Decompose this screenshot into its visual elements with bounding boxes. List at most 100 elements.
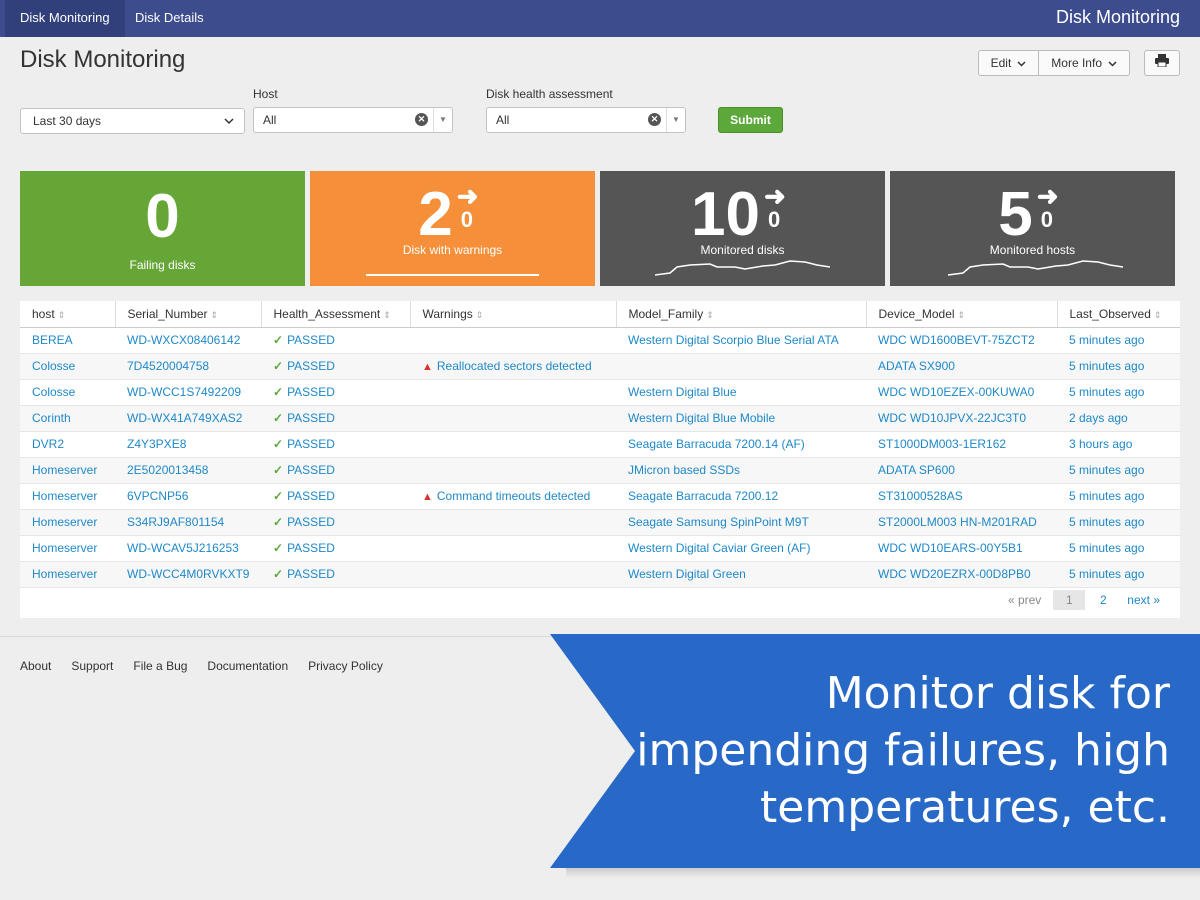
cell-model-family[interactable]: Western Digital Green <box>616 561 866 588</box>
cell-warnings[interactable]: ▲ Reallocated sectors detected <box>410 353 616 380</box>
cell-health-assessment[interactable]: ✓ PASSED <box>261 379 410 406</box>
cell-host[interactable]: Colosse <box>20 353 115 380</box>
cell-serial-number[interactable]: 6VPCNP56 <box>115 483 261 510</box>
cell-health-assessment[interactable]: ✓ PASSED <box>261 353 410 380</box>
cell-device-model[interactable]: WDC WD10JPVX-22JC3T0 <box>866 405 1057 432</box>
host-select[interactable]: All ✕ ▼ <box>253 107 453 133</box>
cell-device-model[interactable]: ADATA SX900 <box>866 353 1057 380</box>
cell-model-family[interactable]: Seagate Samsung SpinPoint M9T <box>616 509 866 536</box>
cell-model-family[interactable]: Seagate Barracuda 7200.12 <box>616 483 866 510</box>
cell-serial-number[interactable]: WD-WCAV5J216253 <box>115 535 261 562</box>
cell-serial-number[interactable]: WD-WCC4M0RVKXT9 <box>115 561 261 588</box>
page-title: Disk Monitoring <box>20 46 186 73</box>
column-header-health-assessment[interactable]: Health_Assessment ⇕ <box>261 301 411 328</box>
cell-host[interactable]: DVR2 <box>20 431 115 458</box>
footer-link-about[interactable]: About <box>20 659 51 673</box>
cell-serial-number[interactable]: WD-WCC1S7492209 <box>115 379 261 406</box>
caret-down-icon[interactable]: ▼ <box>433 108 452 132</box>
cell-device-model[interactable]: WDC WD1600BEVT-75ZCT2 <box>866 327 1057 354</box>
caret-down-icon[interactable]: ▼ <box>666 108 685 132</box>
cell-last-observed[interactable]: 5 minutes ago <box>1057 561 1180 588</box>
cell-health-assessment[interactable]: ✓ PASSED <box>261 457 410 484</box>
cell-warnings[interactable]: ▲ Command timeouts detected <box>410 483 616 510</box>
cell-model-family[interactable]: Western Digital Blue Mobile <box>616 405 866 432</box>
clear-icon[interactable]: ✕ <box>415 113 428 126</box>
column-header-device-model[interactable]: Device_Model ⇕ <box>866 301 1058 328</box>
cell-last-observed[interactable]: 5 minutes ago <box>1057 457 1180 484</box>
cell-model-family[interactable]: Western Digital Caviar Green (AF) <box>616 535 866 562</box>
cell-device-model[interactable]: ST2000LM003 HN-M201RAD <box>866 509 1057 536</box>
cell-last-observed[interactable]: 5 minutes ago <box>1057 509 1180 536</box>
time-range-picker[interactable]: Last 30 days <box>20 108 245 134</box>
column-header-last-observed[interactable]: Last_Observed ⇕ <box>1057 301 1180 328</box>
cell-device-model[interactable]: ST31000528AS <box>866 483 1057 510</box>
cell-device-model[interactable]: WDC WD20EZRX-00D8PB0 <box>866 561 1057 588</box>
tab-disk-monitoring[interactable]: Disk Monitoring <box>5 0 125 37</box>
cell-last-observed[interactable]: 5 minutes ago <box>1057 327 1180 354</box>
column-header-host[interactable]: host ⇕ <box>20 301 116 328</box>
warnings-card[interactable]: 2 ➜ 0 Disk with warnings <box>310 171 595 286</box>
cell-last-observed[interactable]: 2 days ago <box>1057 405 1180 432</box>
column-header-warnings[interactable]: Warnings ⇕ <box>410 301 617 328</box>
cell-health-assessment[interactable]: ✓ PASSED <box>261 405 410 432</box>
cell-health-assessment[interactable]: ✓ PASSED <box>261 431 410 458</box>
cell-device-model[interactable]: ADATA SP600 <box>866 457 1057 484</box>
cell-serial-number[interactable]: Z4Y3PXE8 <box>115 431 261 458</box>
cell-health-assessment[interactable]: ✓ PASSED <box>261 535 410 562</box>
cell-last-observed[interactable]: 5 minutes ago <box>1057 379 1180 406</box>
cell-host[interactable]: Homeserver <box>20 457 115 484</box>
footer-link-support[interactable]: Support <box>71 659 113 673</box>
page-2-link[interactable]: 2 <box>1087 590 1119 610</box>
cell-model-family[interactable]: Western Digital Blue <box>616 379 866 406</box>
cell-serial-number[interactable]: WD-WX41A749XAS2 <box>115 405 261 432</box>
cell-host[interactable]: Homeserver <box>20 535 115 562</box>
cell-host[interactable]: Corinth <box>20 405 115 432</box>
chevron-down-icon <box>224 109 234 141</box>
cell-device-model[interactable]: WDC WD10EZEX-00KUWA0 <box>866 379 1057 406</box>
page-1-link[interactable]: 1 <box>1053 590 1086 610</box>
footer-link-documentation[interactable]: Documentation <box>207 659 288 673</box>
cell-host[interactable]: Homeserver <box>20 483 115 510</box>
monitored-hosts-card[interactable]: 5 ➜ 0 Monitored hosts <box>890 171 1175 286</box>
tab-disk-details[interactable]: Disk Details <box>120 0 219 37</box>
cell-serial-number[interactable]: WD-WXCX08406142 <box>115 327 261 354</box>
cell-serial-number[interactable]: 7D4520004758 <box>115 353 261 380</box>
cell-model-family[interactable]: Western Digital Scorpio Blue Serial ATA <box>616 327 866 354</box>
cell-health-assessment[interactable]: ✓ PASSED <box>261 327 410 354</box>
cell-device-model[interactable]: ST1000DM003-1ER162 <box>866 431 1057 458</box>
cell-host[interactable]: Homeserver <box>20 561 115 588</box>
top-nav: Disk Monitoring Disk Details Disk Monito… <box>0 0 1200 37</box>
cell-last-observed[interactable]: 5 minutes ago <box>1057 353 1180 380</box>
cell-health-assessment[interactable]: ✓ PASSED <box>261 509 410 536</box>
failing-disks-card[interactable]: 0 Failing disks <box>20 171 305 286</box>
edit-button-label: Edit <box>990 56 1012 70</box>
cell-last-observed[interactable]: 5 minutes ago <box>1057 535 1180 562</box>
cell-host[interactable]: Homeserver <box>20 509 115 536</box>
next-page-link[interactable]: next » <box>1127 593 1160 607</box>
column-header-model-family[interactable]: Model_Family ⇕ <box>616 301 867 328</box>
footer-link-privacy-policy[interactable]: Privacy Policy <box>308 659 383 673</box>
cell-host[interactable]: BEREA <box>20 327 115 354</box>
cell-health-assessment[interactable]: ✓ PASSED <box>261 483 410 510</box>
cell-health-assessment[interactable]: ✓ PASSED <box>261 561 410 588</box>
health-select[interactable]: All ✕ ▼ <box>486 107 686 133</box>
cell-serial-number[interactable]: 2E5020013458 <box>115 457 261 484</box>
cell-last-observed[interactable]: 3 hours ago <box>1057 431 1180 458</box>
clear-icon[interactable]: ✕ <box>648 113 661 126</box>
check-icon: ✓ <box>273 385 284 399</box>
footer-link-file-a-bug[interactable]: File a Bug <box>133 659 187 673</box>
monitored-disks-card[interactable]: 10 ➜ 0 Monitored disks <box>600 171 885 286</box>
cell-last-observed[interactable]: 5 minutes ago <box>1057 483 1180 510</box>
print-icon <box>1155 54 1169 72</box>
print-button[interactable] <box>1144 50 1180 76</box>
cell-model-family[interactable]: Seagate Barracuda 7200.14 (AF) <box>616 431 866 458</box>
cell-host[interactable]: Colosse <box>20 379 115 406</box>
cell-device-model[interactable]: WDC WD10EARS-00Y5B1 <box>866 535 1057 562</box>
more-info-button[interactable]: More Info <box>1038 51 1129 75</box>
submit-button[interactable]: Submit <box>718 107 783 133</box>
edit-button[interactable]: Edit <box>979 51 1039 75</box>
cell-serial-number[interactable]: S34RJ9AF801154 <box>115 509 261 536</box>
column-header-serial-number[interactable]: Serial_Number ⇕ <box>115 301 262 328</box>
card-label: Monitored hosts <box>989 243 1076 257</box>
cell-model-family[interactable]: JMicron based SSDs <box>616 457 866 484</box>
